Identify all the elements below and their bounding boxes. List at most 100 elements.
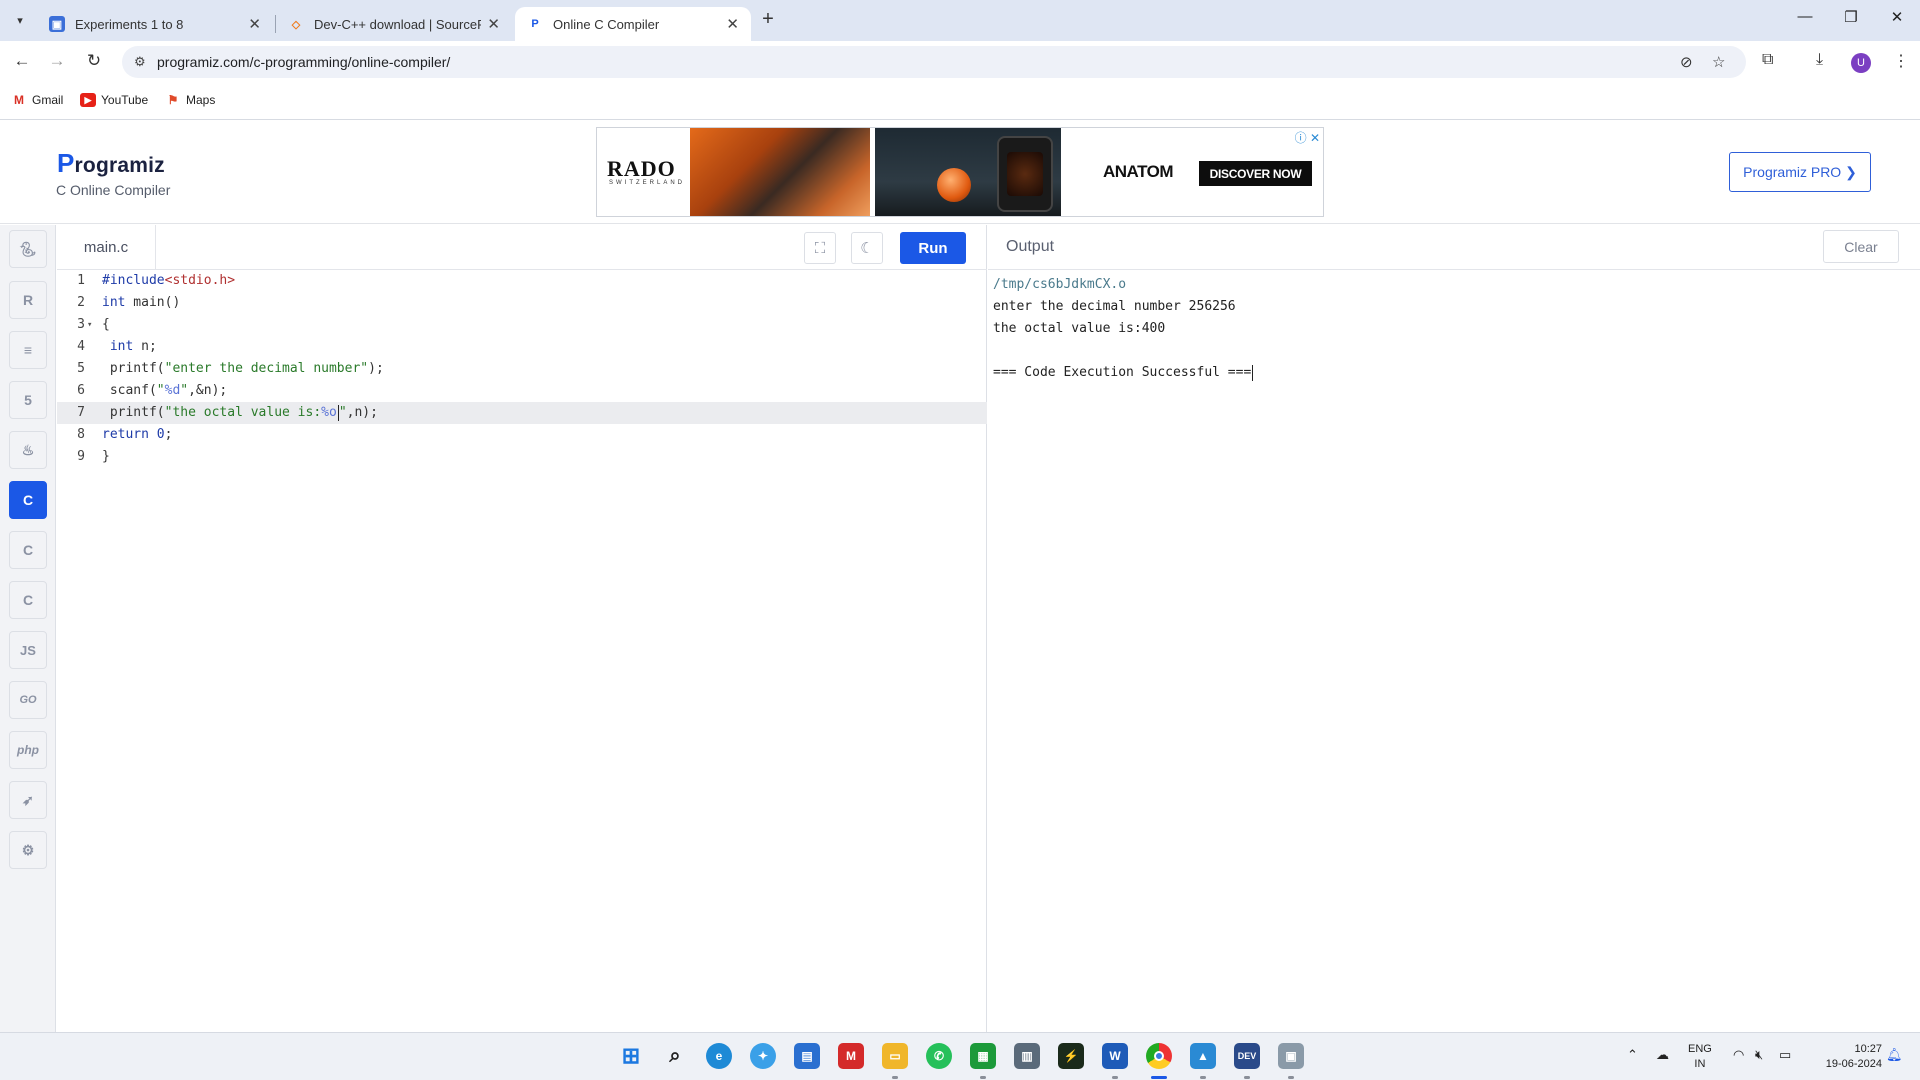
advertisement-banner[interactable]: RADO SWITZERLAND ANATOM DISCOVER NOW ⓘ ✕ bbox=[596, 127, 1324, 217]
notification-bell-icon[interactable]: 🔔︎ bbox=[1886, 1047, 1903, 1063]
battery-icon[interactable]: ▭ bbox=[1779, 1047, 1791, 1063]
c-icon[interactable]: C bbox=[9, 481, 47, 519]
java-icon[interactable]: ♨ bbox=[9, 431, 47, 469]
run-button[interactable]: Run bbox=[900, 232, 966, 264]
code-line[interactable]: 6 scanf("%d",&n); bbox=[57, 380, 987, 402]
code-line[interactable]: 9 } bbox=[57, 446, 987, 468]
code-text: { bbox=[102, 317, 110, 332]
close-tab-icon[interactable]: ✕ bbox=[248, 15, 261, 33]
search-icon[interactable]: ⌕ bbox=[662, 1043, 688, 1069]
html-icon[interactable]: 5 bbox=[9, 381, 47, 419]
tab-online-c-compiler[interactable]: P Online C Compiler ✕ bbox=[515, 7, 751, 41]
windows-start-icon[interactable]: ⊞ bbox=[618, 1043, 644, 1069]
active-app-indicator bbox=[1151, 1076, 1167, 1079]
code-line[interactable]: 2 int main() bbox=[57, 292, 987, 314]
bookmark-gmail[interactable]: M Gmail bbox=[11, 93, 63, 107]
programiz-pro-button[interactable]: Programiz PRO ❯ bbox=[1729, 152, 1871, 192]
excel-like-icon[interactable]: ▦ bbox=[970, 1043, 996, 1069]
line-number: 1 bbox=[77, 273, 85, 288]
terminal-app-icon[interactable]: ⚡ bbox=[1058, 1043, 1084, 1069]
tab-experiments[interactable]: ▣ Experiments 1 to 8 ✕ bbox=[37, 7, 273, 41]
code-editor[interactable]: 1 #include<stdio.h> 2 int main() 3 ▾ { 4… bbox=[57, 270, 987, 468]
close-window-icon[interactable]: ✕ bbox=[1882, 8, 1912, 26]
file-tab-main-c[interactable]: main.c bbox=[57, 225, 156, 270]
profile-avatar[interactable]: U bbox=[1851, 53, 1871, 73]
address-bar[interactable]: ⚙ programiz.com/c-programming/online-com… bbox=[122, 46, 1746, 78]
devcpp-icon[interactable]: DEV bbox=[1234, 1043, 1260, 1069]
fullscreen-icon[interactable]: ⛶ bbox=[804, 232, 836, 264]
code-line[interactable]: 5 printf("enter the decimal number"); bbox=[57, 358, 987, 380]
clear-button[interactable]: Clear bbox=[1823, 230, 1899, 263]
tab-search-icon[interactable]: ▾ bbox=[9, 9, 31, 31]
code-text: #include<stdio.h> bbox=[102, 273, 236, 288]
tray-chevron-icon[interactable]: ⌃ bbox=[1627, 1047, 1638, 1063]
rust-icon[interactable]: ⚙ bbox=[9, 831, 47, 869]
programiz-favicon-icon: P bbox=[531, 18, 539, 30]
language-sidebar: 🐍︎ R ≡ 5 ♨ C C C JS GO php ➶ ⚙ bbox=[0, 225, 56, 1032]
fold-arrow-icon[interactable]: ▾ bbox=[87, 314, 92, 336]
python-icon[interactable]: 🐍︎ bbox=[9, 230, 47, 268]
menu-icon[interactable]: ⋮ bbox=[1893, 51, 1909, 71]
running-indicator bbox=[1244, 1076, 1250, 1079]
tracking-protection-icon[interactable]: ⊘ bbox=[1680, 53, 1693, 71]
programiz-logo[interactable]: Programiz bbox=[57, 148, 165, 179]
code-line[interactable]: 1 #include<stdio.h> bbox=[57, 270, 987, 292]
cpp-icon[interactable]: C bbox=[9, 531, 47, 569]
code-line[interactable]: 8 return 0; bbox=[57, 424, 987, 446]
close-tab-icon[interactable]: ✕ bbox=[487, 15, 500, 33]
forward-icon[interactable]: → bbox=[46, 51, 68, 71]
lang-top: ENG bbox=[1688, 1043, 1712, 1055]
url-text[interactable]: programiz.com/c-programming/online-compi… bbox=[157, 54, 450, 70]
csharp-icon[interactable]: C bbox=[9, 581, 47, 619]
word-icon[interactable]: W bbox=[1102, 1043, 1128, 1069]
chrome-icon[interactable] bbox=[1146, 1043, 1172, 1069]
js-label: JS bbox=[20, 642, 36, 658]
wifi-icon[interactable]: ◠ bbox=[1733, 1047, 1744, 1063]
bookmark-youtube[interactable]: ▶ YouTube bbox=[80, 93, 148, 107]
code-line-active[interactable]: 7 printf("the octal value is:%o ",n); bbox=[57, 402, 987, 424]
whatsapp-icon[interactable]: ✆ bbox=[926, 1043, 952, 1069]
code-text: scanf("%d",&n); bbox=[102, 383, 228, 398]
downloads-icon[interactable]: ⤓ bbox=[1816, 51, 1823, 69]
reload-icon[interactable]: ↻ bbox=[83, 51, 105, 71]
swift-icon[interactable]: ➶ bbox=[9, 781, 47, 819]
mcafee-icon[interactable]: M bbox=[838, 1043, 864, 1069]
php-icon[interactable]: php bbox=[9, 731, 47, 769]
code-line[interactable]: 4 int n; bbox=[57, 336, 987, 358]
volume-muted-icon[interactable]: 🔇︎ bbox=[1755, 1047, 1763, 1063]
input-language-indicator[interactable]: ENG IN bbox=[1688, 1042, 1712, 1072]
code-line[interactable]: 3 ▾ { bbox=[57, 314, 987, 336]
minimize-icon[interactable]: — bbox=[1790, 8, 1820, 25]
bookmark-maps[interactable]: ⚑ Maps bbox=[165, 93, 216, 107]
tab-devcpp[interactable]: ◇ Dev-C++ download | SourceForge ✕ bbox=[276, 7, 512, 41]
ad-close-icon[interactable]: ⓘ ✕ bbox=[1295, 129, 1320, 146]
calculator-icon[interactable]: ▥ bbox=[1014, 1043, 1040, 1069]
edge-icon[interactable]: e bbox=[706, 1043, 732, 1069]
onedrive-icon[interactable]: ☁ bbox=[1656, 1047, 1669, 1063]
new-tab-icon[interactable]: + bbox=[758, 8, 778, 31]
dark-mode-icon[interactable]: ☾ bbox=[851, 232, 883, 264]
restore-icon[interactable]: ❐ bbox=[1836, 8, 1866, 26]
copilot-icon[interactable]: ✦ bbox=[750, 1043, 776, 1069]
photos-icon[interactable]: ▲ bbox=[1190, 1043, 1216, 1069]
js-icon[interactable]: JS bbox=[9, 631, 47, 669]
extensions-icon[interactable]: ⧉ bbox=[1762, 51, 1773, 69]
back-icon[interactable]: ← bbox=[11, 51, 33, 71]
system-clock[interactable]: 10:27 19-06-2024 bbox=[1812, 1042, 1882, 1072]
output-console[interactable]: /tmp/cs6bJdkmCX.o enter the decimal numb… bbox=[993, 274, 1254, 384]
close-tab-icon[interactable]: ✕ bbox=[726, 15, 739, 33]
code-text: } bbox=[102, 449, 110, 464]
bookmark-star-icon[interactable]: ☆ bbox=[1712, 53, 1725, 71]
go-icon[interactable]: GO bbox=[9, 681, 47, 719]
r-icon[interactable]: R bbox=[9, 281, 47, 319]
sql-icon[interactable]: ≡ bbox=[9, 331, 47, 369]
store-icon[interactable]: ▤ bbox=[794, 1043, 820, 1069]
clock-time: 10:27 bbox=[1854, 1043, 1882, 1055]
line-number: 4 bbox=[77, 339, 85, 354]
ad-cta-button[interactable]: DISCOVER NOW bbox=[1199, 161, 1312, 186]
app-window-icon[interactable]: ▣ bbox=[1278, 1043, 1304, 1069]
file-explorer-icon[interactable]: ▭ bbox=[882, 1043, 908, 1069]
output-line: /tmp/cs6bJdkmCX.o bbox=[993, 277, 1127, 292]
site-info-icon[interactable]: ⚙ bbox=[134, 54, 146, 70]
